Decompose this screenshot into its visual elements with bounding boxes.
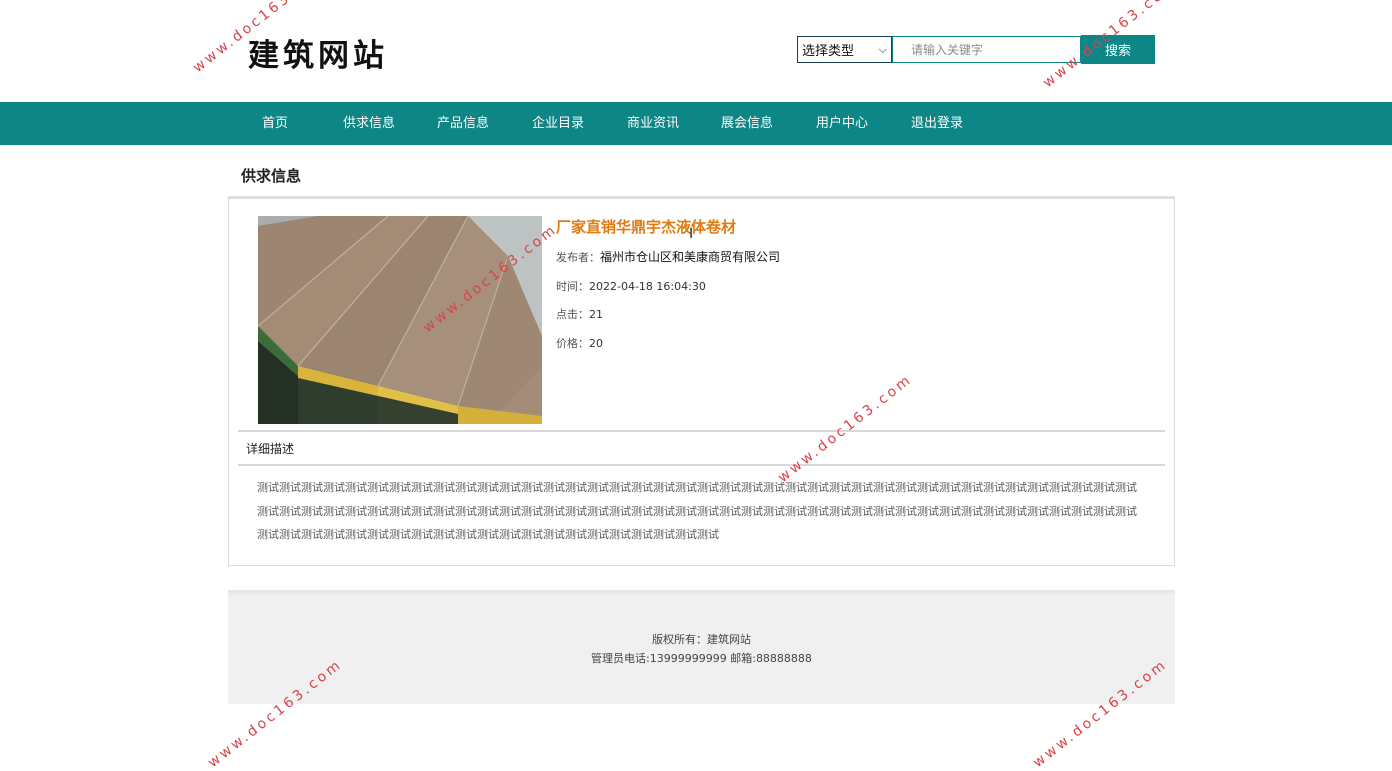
type-select[interactable]: 选择类型 ⌵ — [797, 36, 892, 63]
divider — [238, 430, 1165, 432]
time-label: 时间： — [556, 280, 589, 293]
description-heading: 详细描述 — [246, 442, 295, 456]
publisher-row: 发布者：福州市仓山区和美康商贸有限公司 — [556, 248, 780, 265]
nav-home[interactable]: 首页 — [262, 102, 288, 145]
price-value: 20 — [589, 337, 603, 350]
clicks-row: 点击：21 — [556, 306, 603, 322]
search-input[interactable] — [892, 36, 1081, 63]
nav-supply-demand[interactable]: 供求信息 — [343, 102, 395, 145]
search-bar: 选择类型 ⌵ 搜索 — [797, 35, 1155, 64]
main-nav: 首页 供求信息 产品信息 企业目录 商业资讯 展会信息 用户中心 退出登录 — [0, 102, 1392, 145]
site-title[interactable]: 建筑网站 — [248, 30, 388, 75]
nav-products[interactable]: 产品信息 — [437, 102, 489, 145]
price-label: 价格： — [556, 337, 589, 350]
text-cursor-icon: I — [689, 226, 694, 242]
nav-user-center[interactable]: 用户中心 — [816, 102, 868, 145]
time-row: 时间：2022-04-18 16:04:30 — [556, 278, 706, 294]
nav-enterprise-directory[interactable]: 企业目录 — [532, 102, 584, 145]
description-text: 测试测试测试测试测试测试测试测试测试测试测试测试测试测试测试测试测试测试测试测试… — [257, 481, 1137, 541]
header: 建筑网站 选择类型 ⌵ 搜索 — [0, 0, 1392, 102]
footer-contact: 管理员电话:13999999999 邮箱:88888888 — [591, 652, 812, 665]
search-button[interactable]: 搜索 — [1081, 35, 1155, 64]
price-row: 价格：20 — [556, 335, 603, 351]
product-image — [258, 216, 542, 424]
footer-copyright: 版权所有：建筑网站 — [652, 633, 751, 646]
nav-exhibitions[interactable]: 展会信息 — [721, 102, 773, 145]
publisher-value: 福州市仓山区和美康商贸有限公司 — [600, 250, 781, 264]
clicks-value: 21 — [589, 308, 603, 321]
divider — [238, 464, 1165, 466]
time-value: 2022-04-18 16:04:30 — [589, 280, 706, 293]
type-select-value: 选择类型 — [802, 44, 855, 59]
chevron-down-icon: ⌵ — [878, 42, 887, 56]
nav-logout[interactable]: 退出登录 — [911, 102, 963, 145]
clicks-label: 点击： — [556, 308, 589, 321]
footer: 版权所有：建筑网站 管理员电话:13999999999 邮箱:88888888 — [228, 590, 1175, 704]
nav-business-news[interactable]: 商业资讯 — [627, 102, 679, 145]
page-title: 供求信息 — [241, 167, 302, 185]
publisher-label: 发布者： — [556, 251, 600, 264]
product-title[interactable]: 厂家直销华鼎宇杰液体卷材 — [556, 216, 736, 237]
